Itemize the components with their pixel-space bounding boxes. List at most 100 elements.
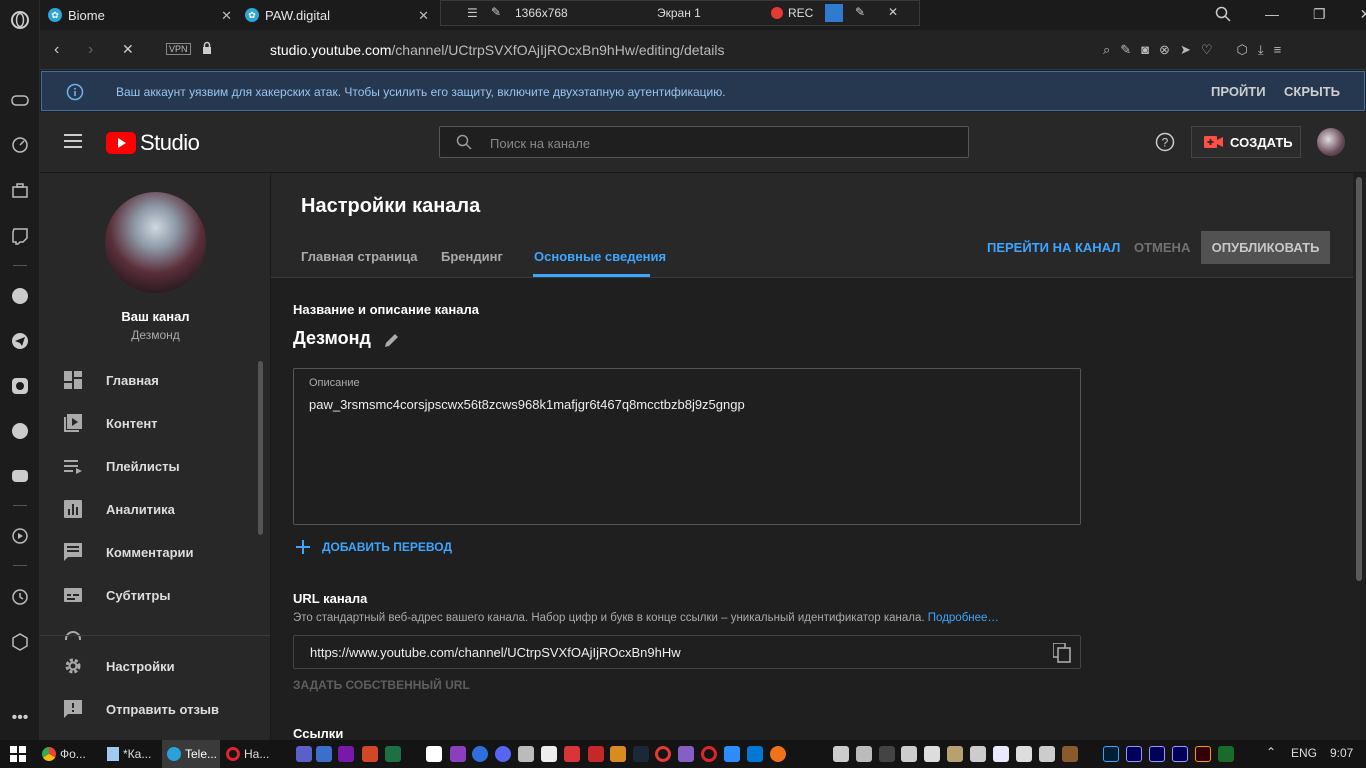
sidebar-item-analytics[interactable]: Аналитика: [40, 489, 270, 529]
app-icon[interactable]: [426, 746, 442, 762]
block-icon[interactable]: ⊗: [1159, 42, 1170, 58]
cube-icon[interactable]: [10, 632, 30, 652]
url-field[interactable]: studio.youtube.com/channel/UCtrpSVXfOAjI…: [270, 42, 724, 58]
tab-paw-digital[interactable]: ✿ PAW.digital ✕: [245, 0, 435, 30]
search-page-icon[interactable]: ⌕: [1103, 42, 1110, 58]
app-icon[interactable]: [1218, 746, 1234, 762]
extensions-icon[interactable]: ⬡: [1237, 42, 1248, 58]
forward-icon[interactable]: ›: [88, 41, 93, 59]
app-icon[interactable]: [1016, 746, 1032, 762]
app-icon[interactable]: [856, 746, 872, 762]
taskbar-app-telegram[interactable]: Tele...: [162, 740, 220, 768]
tab-biome[interactable]: ✿ Biome ✕: [48, 0, 238, 30]
channel-url-field[interactable]: https://www.youtube.com/channel/UCtrpSVX…: [293, 635, 1081, 669]
close-window-icon[interactable]: ✕: [1360, 6, 1366, 23]
app-icon[interactable]: [518, 746, 534, 762]
clock[interactable]: 9:07: [1330, 746, 1353, 760]
sidebar-item-playlists[interactable]: Плейлисты: [40, 446, 270, 486]
visual-studio-icon[interactable]: [678, 746, 694, 762]
channel-avatar[interactable]: [105, 192, 206, 293]
hide-button[interactable]: СКРЫТЬ: [1284, 84, 1340, 99]
create-button[interactable]: СОЗДАТЬ: [1191, 126, 1301, 158]
onenote-icon[interactable]: [338, 746, 354, 762]
avatar[interactable]: [1317, 128, 1345, 156]
taskbar-app-opera[interactable]: На...: [226, 740, 269, 768]
recorder-screen[interactable]: Экран 1: [657, 6, 701, 20]
heart-icon[interactable]: ♡: [1201, 42, 1213, 58]
record-button[interactable]: REC: [788, 6, 813, 20]
tab-basic-info[interactable]: Основные сведения: [534, 249, 666, 264]
illustrator-icon[interactable]: [1195, 746, 1211, 762]
taskbar-app-chrome[interactable]: Фо...: [42, 740, 86, 768]
discord-icon[interactable]: [495, 746, 511, 762]
sidebar-item-subtitles[interactable]: Субтитры: [40, 575, 270, 615]
steam-icon[interactable]: [633, 746, 649, 762]
app-icon[interactable]: [833, 746, 849, 762]
app-icon[interactable]: [541, 746, 557, 762]
edit-icon[interactable]: ✎: [1120, 42, 1131, 58]
telegram-icon[interactable]: [10, 331, 30, 351]
app-icon[interactable]: [564, 746, 580, 762]
app-icon[interactable]: [472, 746, 488, 762]
player-icon[interactable]: [10, 526, 30, 546]
app-icon[interactable]: [993, 746, 1009, 762]
pass-button[interactable]: ПРОЙТИ: [1211, 84, 1266, 99]
cancel-button[interactable]: ОТМЕНА: [1134, 240, 1190, 255]
photoshop-icon[interactable]: [1103, 746, 1119, 762]
history-icon[interactable]: [10, 587, 30, 607]
sidebar-item-content[interactable]: Контент: [40, 403, 270, 443]
excel-icon[interactable]: [385, 746, 401, 762]
snapshot-icon[interactable]: ◙: [1141, 42, 1149, 58]
lock-icon[interactable]: [202, 41, 212, 55]
tab-branding[interactable]: Брендинг: [441, 249, 503, 264]
help-icon[interactable]: ?: [1155, 132, 1175, 152]
send-icon[interactable]: ➤: [1180, 42, 1191, 58]
windows-start-icon[interactable]: [10, 746, 26, 762]
app-icon[interactable]: [724, 746, 740, 762]
camera-icon[interactable]: [825, 4, 843, 22]
app-icon[interactable]: [1039, 746, 1055, 762]
discord-icon[interactable]: [10, 466, 30, 486]
draw-icon[interactable]: ✎: [855, 5, 865, 19]
instagram-icon[interactable]: [10, 376, 30, 396]
pin-icon[interactable]: ✎: [491, 5, 501, 19]
powerpoint-icon[interactable]: [362, 746, 378, 762]
sidebar-item-dashboard[interactable]: Главная: [40, 360, 270, 400]
twitter-icon[interactable]: [10, 421, 30, 441]
teams-icon[interactable]: [296, 746, 312, 762]
briefcase-icon[interactable]: [10, 180, 30, 200]
download-icon[interactable]: ⤓: [1258, 42, 1264, 58]
app-icon[interactable]: [610, 746, 626, 762]
custom-url-button[interactable]: ЗАДАТЬ СОБСТВЕННЫЙ URL: [293, 678, 470, 692]
close-icon[interactable]: ✕: [888, 5, 898, 19]
close-icon[interactable]: ✕: [221, 8, 232, 24]
app-icon[interactable]: [450, 746, 466, 762]
tray-chevron-icon[interactable]: ⌃: [1266, 745, 1276, 759]
language-indicator[interactable]: ENG: [1291, 746, 1317, 760]
menu-icon[interactable]: ☰: [467, 6, 478, 20]
app-icon[interactable]: [879, 746, 895, 762]
more-icon[interactable]: •••: [10, 708, 30, 728]
blender-icon[interactable]: [770, 746, 786, 762]
go-to-channel-button[interactable]: ПЕРЕЙТИ НА КАНАЛ: [987, 240, 1120, 255]
app-icon[interactable]: [588, 746, 604, 762]
record-icon[interactable]: [655, 746, 671, 762]
app-icon[interactable]: [901, 746, 917, 762]
sidebar-item-comments[interactable]: Комментарии: [40, 532, 270, 572]
search-input[interactable]: Поиск на канале: [439, 126, 969, 158]
app-icon[interactable]: [970, 746, 986, 762]
app-icon[interactable]: [947, 746, 963, 762]
word-icon[interactable]: [316, 746, 332, 762]
sidebar-scrollbar[interactable]: [258, 361, 263, 535]
back-icon[interactable]: ‹: [54, 41, 59, 59]
messenger-icon[interactable]: [10, 286, 30, 306]
sidebar-item-settings[interactable]: Настройки: [40, 646, 270, 686]
page-scrollbar[interactable]: [1353, 173, 1366, 740]
gamepad-icon[interactable]: [10, 90, 30, 110]
after-effects-icon[interactable]: [1126, 746, 1142, 762]
edit-pencil-icon[interactable]: [383, 331, 401, 349]
add-translation-button[interactable]: ДОБАВИТЬ ПЕРЕВОД: [295, 539, 452, 555]
stop-icon[interactable]: ✕: [122, 41, 134, 58]
hamburger-menu-icon[interactable]: [64, 134, 82, 148]
copy-icon[interactable]: [1053, 643, 1071, 663]
